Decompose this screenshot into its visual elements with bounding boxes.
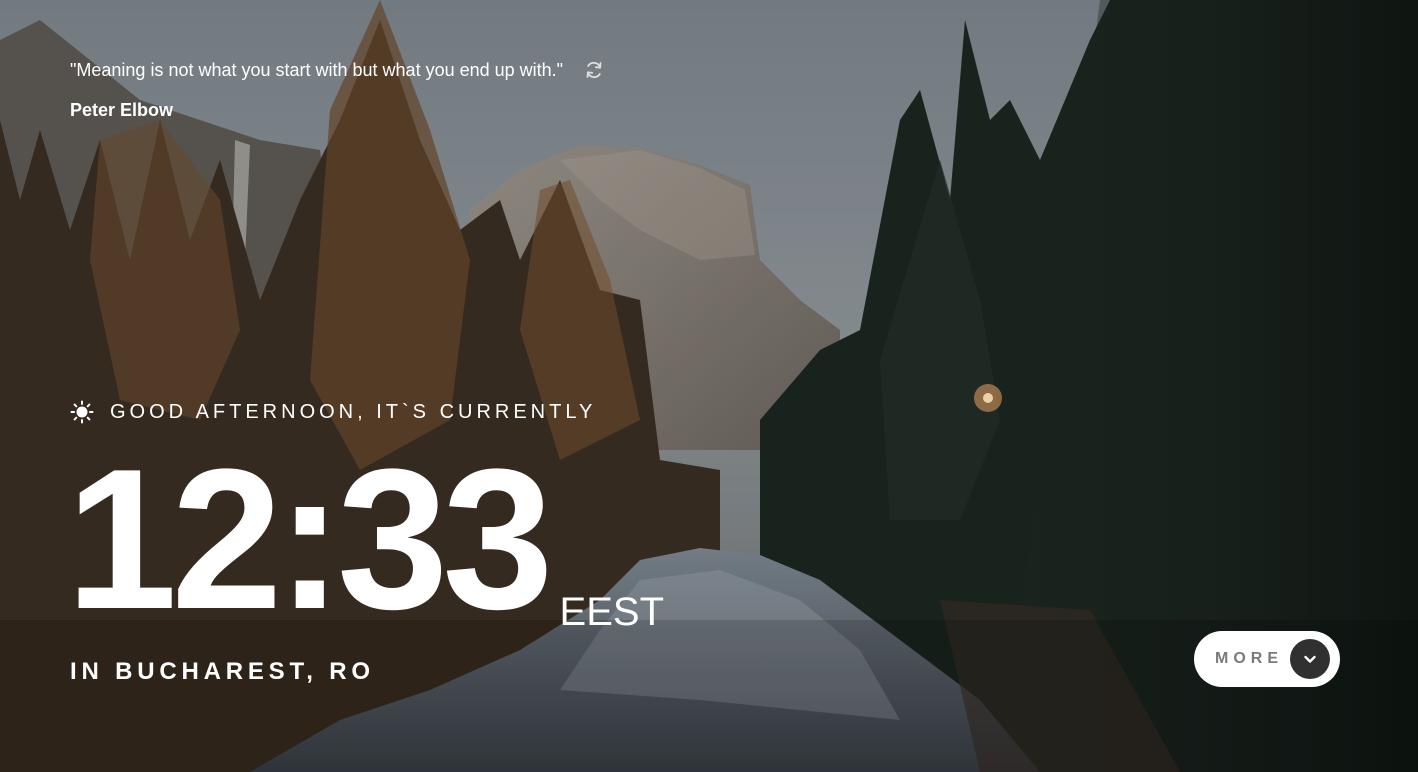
more-button[interactable]: MORE <box>1194 631 1340 687</box>
greeting: GOOD AFTERNOON, IT`S CURRENTLY <box>70 400 596 424</box>
refresh-icon[interactable] <box>583 59 605 81</box>
greeting-text: GOOD AFTERNOON, IT`S CURRENTLY <box>110 400 597 423</box>
more-button-label: MORE <box>1215 650 1283 667</box>
clock: 12:33 EEST <box>66 440 664 640</box>
location-text: IN BUCHAREST, RO <box>70 658 375 685</box>
quote-author: Peter Elbow <box>70 100 174 120</box>
chevron-down-icon[interactable] <box>1290 639 1330 679</box>
quote-block: "Meaning is not what you start with but … <box>70 58 690 121</box>
quote-text: "Meaning is not what you start with but … <box>70 60 564 80</box>
clock-time: 12:33 <box>66 428 554 651</box>
sun-icon <box>70 400 94 424</box>
clock-timezone: EEST <box>559 590 665 634</box>
